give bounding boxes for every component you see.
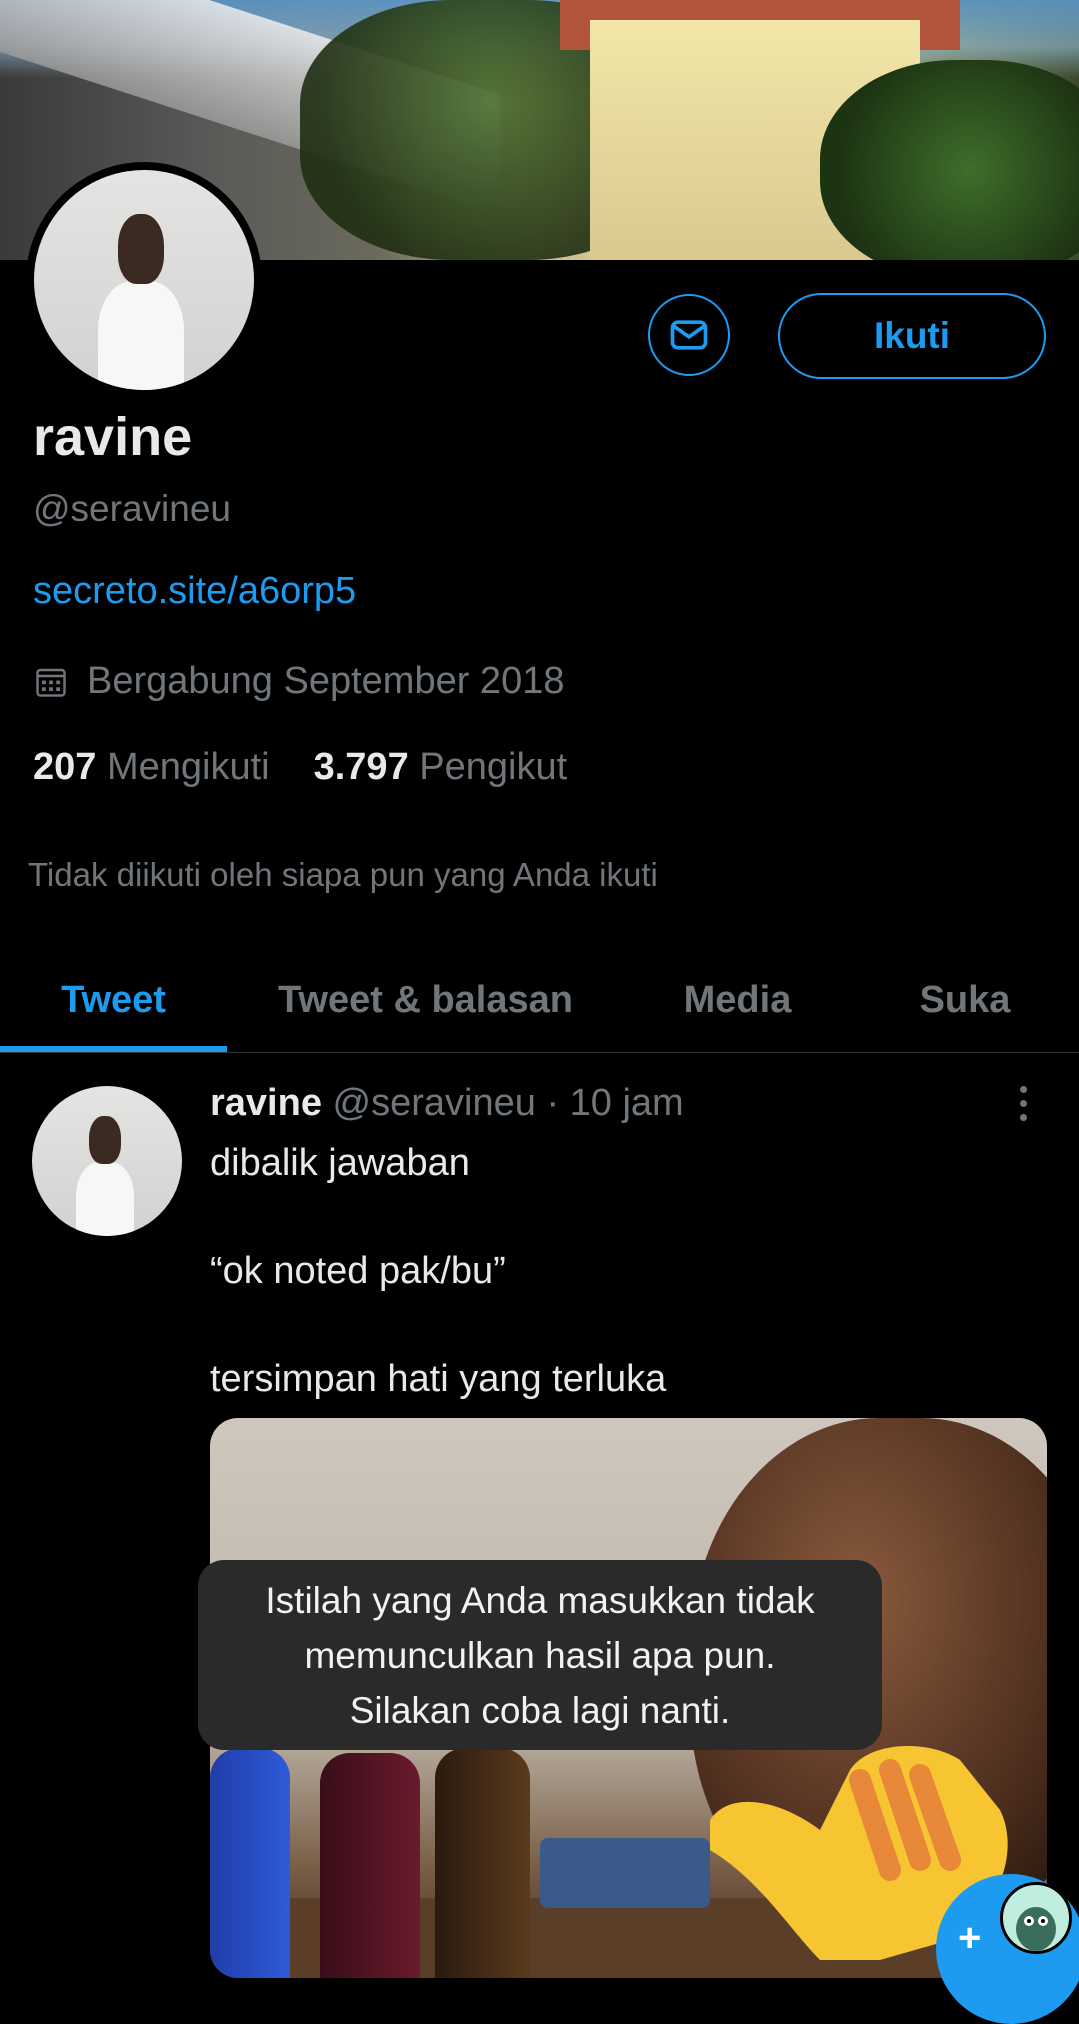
tweet-text: dibalik jawaban “ok noted pak/bu” tersim…: [210, 1142, 667, 1400]
avatar-image: [32, 1086, 182, 1236]
tweet-header: ravine @seravineu · 10 jam: [210, 1082, 684, 1125]
follow-button[interactable]: Ikuti: [778, 293, 1046, 379]
profile-handle: @seravineu: [33, 488, 231, 529]
profile-avatar[interactable]: [26, 162, 262, 398]
tweet-author-name[interactable]: ravine: [210, 1082, 322, 1124]
tab-tweet-replies[interactable]: Tweet & balasan: [227, 948, 624, 1052]
not-followed-note: Tidak diikuti oleh siapa pun yang Anda i…: [28, 856, 658, 893]
tab-likes[interactable]: Suka: [851, 948, 1079, 1052]
calendar-icon: [36, 668, 66, 697]
more-options-icon[interactable]: [1016, 1086, 1030, 1126]
joined-label: Bergabung September 2018: [87, 660, 565, 702]
followers-stat[interactable]: 3.797 Pengikut: [314, 746, 568, 789]
tab-media[interactable]: Media: [624, 948, 851, 1052]
tab-tweet[interactable]: Tweet: [0, 948, 227, 1052]
profile-name: ravine: [33, 407, 193, 467]
follow-stats: 207 Mengikuti 3.797 Pengikut: [33, 746, 567, 789]
message-button[interactable]: [648, 294, 730, 376]
profile-tabs: Tweet Tweet & balasan Media Suka: [0, 948, 1079, 1053]
profile-link[interactable]: secreto.site/a6orp5: [33, 570, 356, 613]
envelope-icon: [670, 320, 708, 350]
tweet-avatar[interactable]: [32, 1086, 182, 1236]
banner-tree: [820, 60, 1079, 260]
joined-date: Bergabung September 2018: [33, 660, 564, 703]
compose-plus-icon: +: [958, 1916, 982, 1960]
tweet-time: · 10 jam: [546, 1082, 684, 1124]
following-stat[interactable]: 207 Mengikuti: [33, 746, 270, 789]
tweet-author-handle[interactable]: @seravineu: [333, 1082, 536, 1124]
account-avatar-icon[interactable]: [1000, 1882, 1072, 1954]
active-tab-indicator: [0, 1046, 227, 1052]
avatar-image: [34, 170, 254, 390]
